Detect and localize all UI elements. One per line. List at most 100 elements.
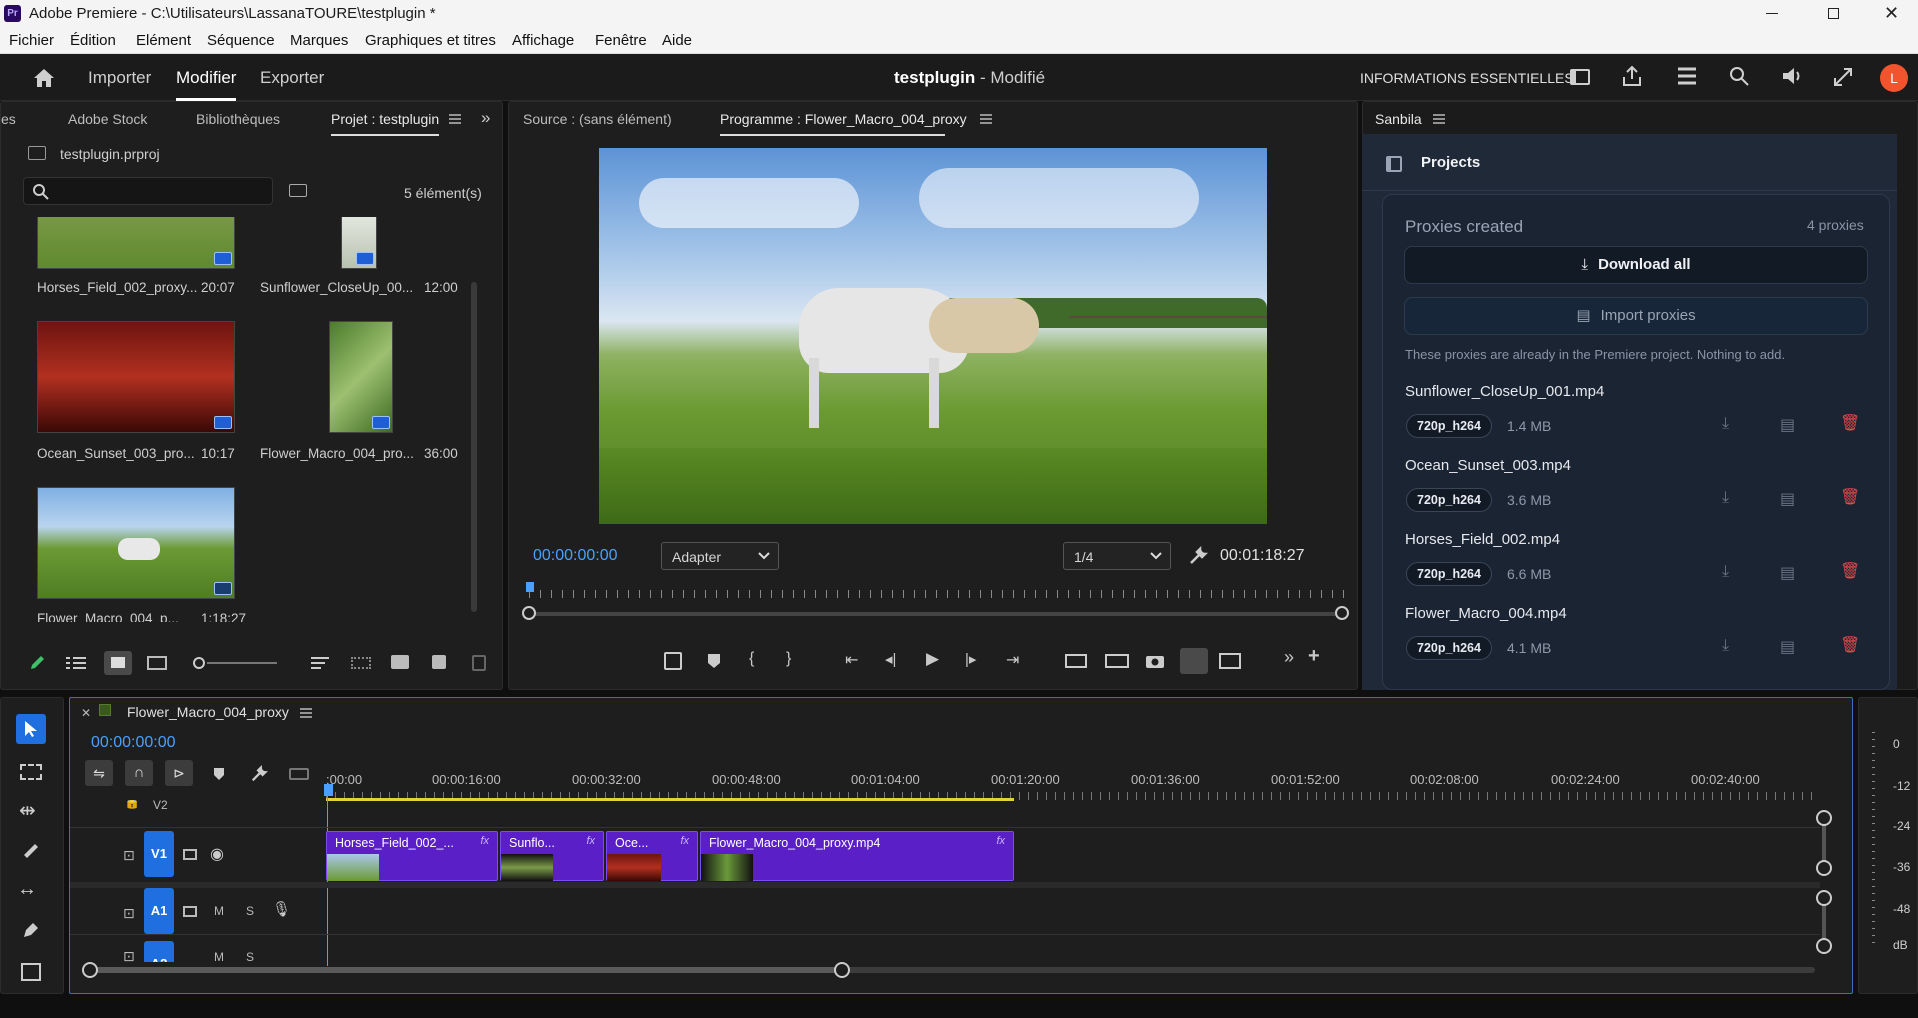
zoom-slider-knob[interactable] [193, 657, 205, 669]
audio-scroll-handle-top[interactable] [1816, 890, 1832, 906]
fit-dropdown[interactable]: Adapter [661, 542, 779, 570]
playhead-timecode[interactable]: 00:00:00:00 [533, 547, 618, 565]
sidebar-toggle-icon[interactable] [1386, 156, 1402, 172]
slip-tool-icon[interactable]: ↔ [17, 878, 37, 901]
menu-fichier[interactable]: Fichier [9, 32, 54, 49]
panel-menu-icon[interactable] [300, 708, 312, 718]
microphone-icon[interactable]: 🎙 [272, 900, 291, 918]
snap-insert-button[interactable]: ⇋ [85, 760, 113, 786]
track-v1-target[interactable]: V1 [144, 831, 174, 877]
timeline-settings-icon[interactable] [250, 765, 268, 783]
menu-edition[interactable]: Édition [70, 32, 116, 49]
step-forward-icon[interactable]: |▸ [965, 650, 976, 668]
menu-marques[interactable]: Marques [290, 32, 348, 49]
menu-sequence[interactable]: Séquence [207, 32, 275, 49]
menu-affichage[interactable]: Affichage [512, 32, 574, 49]
extract-frame-icon[interactable] [664, 652, 682, 670]
go-to-out-icon[interactable]: ⇥ [1006, 650, 1019, 670]
maximize-icon[interactable] [1828, 8, 1839, 19]
extract-icon[interactable] [1105, 654, 1129, 668]
freeform-view-icon[interactable] [147, 656, 167, 670]
lift-icon[interactable] [1065, 654, 1087, 668]
progress-icon[interactable] [1676, 66, 1698, 86]
zoom-slider-track[interactable] [207, 662, 277, 664]
zoom-handle-right[interactable] [1335, 606, 1349, 620]
camera-icon[interactable] [1145, 653, 1165, 669]
marker-icon[interactable] [707, 653, 721, 669]
trash-icon[interactable]: 🗑 [1840, 561, 1860, 581]
thumbnail-ocean[interactable] [37, 321, 235, 433]
track-a1-target[interactable]: A1 [144, 888, 174, 934]
sync-lock-icon[interactable] [183, 906, 197, 917]
menu-graphiques[interactable]: Graphiques et titres [365, 32, 496, 49]
thumbnail-horses[interactable] [37, 217, 235, 269]
automate-icon[interactable] [351, 657, 371, 669]
resolution-dropdown[interactable]: 1/4 [1063, 542, 1171, 570]
timeline-zoom-fill[interactable] [90, 967, 842, 973]
track-a2-target[interactable]: A2 [144, 941, 174, 962]
sort-icon[interactable] [311, 656, 329, 670]
trash-icon[interactable]: 🗑 [1840, 635, 1860, 655]
search-input[interactable] [56, 181, 266, 201]
zoom-handle-right[interactable] [834, 962, 850, 978]
new-bin-button-icon[interactable] [391, 655, 409, 669]
pencil-icon[interactable] [28, 654, 46, 672]
workspace-label[interactable]: INFORMATIONS ESSENTIELLES [1360, 70, 1574, 86]
panel-menu-icon[interactable] [980, 114, 992, 124]
film-toggle-icon[interactable] [183, 849, 197, 860]
pen-tool-icon[interactable] [21, 920, 41, 940]
thumbnail-sunflower[interactable] [341, 217, 377, 269]
tab-adobe-stock[interactable]: Adobe Stock [68, 111, 147, 127]
tab-modifier[interactable]: Modifier [176, 68, 236, 88]
panel-menu-icon[interactable] [1433, 114, 1445, 124]
download-icon[interactable]: ⤓ [1722, 637, 1729, 655]
download-all-button[interactable]: ⤓ Download all [1404, 246, 1868, 284]
mute-button[interactable]: M [214, 950, 224, 962]
audio-scroll-handle-bottom[interactable] [1816, 938, 1832, 954]
magnet-snap-button[interactable]: ∩ [125, 760, 153, 786]
mark-out-icon[interactable]: } [786, 650, 791, 668]
trash-icon[interactable] [472, 655, 486, 671]
film-icon[interactable]: ▤ [1780, 489, 1795, 509]
clip-ocean[interactable]: Oce... fx [606, 831, 698, 881]
volume-icon[interactable] [1780, 65, 1806, 87]
ripple-edit-icon[interactable]: ⇹ [19, 798, 36, 823]
tab-programme[interactable]: Programme : Flower_Macro_004_proxy [720, 111, 967, 127]
timeline-playhead-head[interactable] [324, 784, 333, 796]
monitor-time-ruler[interactable] [529, 586, 1347, 600]
grid-scrollbar[interactable] [471, 282, 477, 612]
new-item-icon[interactable] [432, 655, 446, 669]
timeline-timecode[interactable]: 00:00:00:00 [91, 734, 176, 752]
chevron-double-right-icon[interactable]: » [481, 108, 490, 128]
thumbnail-flower[interactable] [329, 321, 393, 433]
avatar[interactable]: L [1880, 64, 1908, 92]
search-field[interactable] [23, 177, 273, 205]
tab-importer[interactable]: Importer [88, 68, 151, 88]
go-to-in-icon[interactable]: ⇤ [845, 650, 858, 670]
home-icon[interactable] [32, 67, 56, 89]
download-icon[interactable]: ⤓ [1722, 489, 1729, 507]
video-scroll-handle-top[interactable] [1816, 810, 1832, 826]
close-icon[interactable]: ✕ [1884, 3, 1899, 24]
tab-projet[interactable]: Projet : testplugin [331, 111, 439, 127]
compare-view-button[interactable] [1180, 648, 1208, 674]
trash-icon[interactable]: 🗑 [1840, 413, 1860, 433]
monitor-zoom-bar[interactable] [529, 612, 1343, 616]
menu-element[interactable]: Elément [136, 32, 191, 49]
mute-button[interactable]: M [214, 904, 224, 918]
rectangle-tool-icon[interactable] [21, 963, 41, 981]
menu-aide[interactable]: Aide [662, 32, 692, 49]
thumbnail-sequence[interactable] [37, 487, 235, 599]
linked-selection-button[interactable]: ⊳ [165, 760, 193, 786]
track-select-icon[interactable] [20, 764, 42, 780]
trash-icon[interactable]: 🗑 [1840, 487, 1860, 507]
multi-camera-icon[interactable] [1219, 653, 1241, 669]
share-icon[interactable] [1621, 64, 1643, 88]
clip-horses[interactable]: Horses_Field_002_... fx [326, 831, 498, 881]
download-icon[interactable]: ⤓ [1722, 415, 1729, 433]
step-back-icon[interactable]: ◂| [885, 650, 896, 668]
zoom-handle-left[interactable] [82, 962, 98, 978]
download-icon[interactable]: ⤓ [1722, 563, 1729, 581]
tab-exporter[interactable]: Exporter [260, 68, 324, 88]
chevron-double-right-icon[interactable]: » [1284, 647, 1294, 668]
